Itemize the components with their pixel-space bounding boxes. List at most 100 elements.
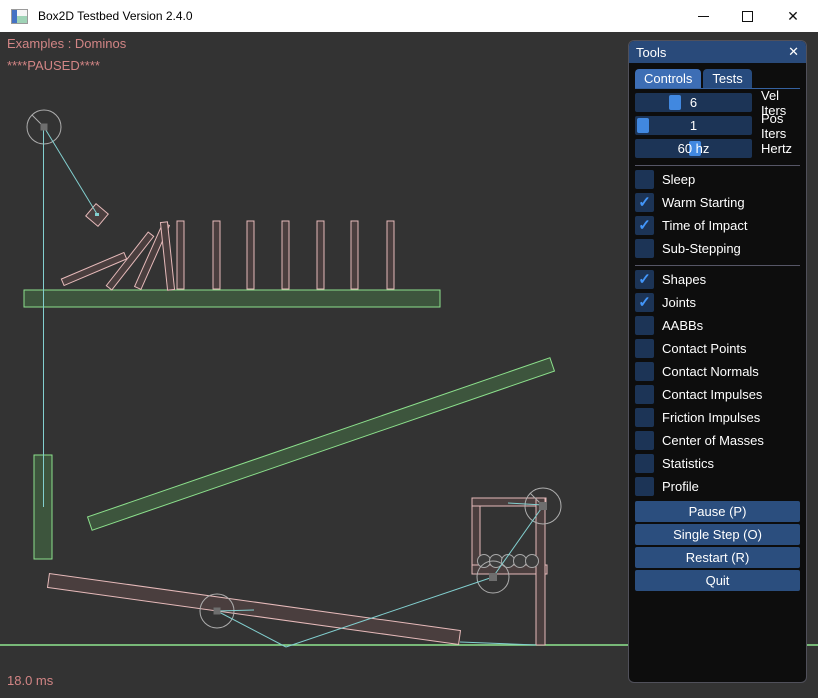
tab-controls[interactable]: Controls bbox=[635, 69, 701, 88]
app-icon bbox=[11, 9, 28, 24]
joint-line-rope bbox=[44, 127, 97, 214]
check-icon: ✓ bbox=[638, 293, 651, 312]
app-window: Box2D Testbed Version 2.4.0 ✕ bbox=[0, 0, 818, 698]
statistics-label: Statistics bbox=[662, 456, 714, 471]
ball-1[interactable] bbox=[478, 555, 491, 568]
contact-points-checkbox[interactable] bbox=[635, 339, 654, 358]
simulation-canvas[interactable]: Examples : Dominos ****PAUSED**** 18.0 m… bbox=[0, 32, 818, 698]
shapes-label: Shapes bbox=[662, 272, 706, 287]
anchor-square-seesaw bbox=[214, 608, 221, 615]
aabbs-label: AABBs bbox=[662, 318, 703, 333]
anchor-dot-box bbox=[95, 213, 99, 216]
checkbox-row-contact-normals: Contact Normals bbox=[635, 362, 800, 381]
ball-5[interactable] bbox=[526, 555, 539, 568]
hertz-label: Hertz bbox=[761, 141, 792, 156]
separator bbox=[635, 165, 800, 166]
sleep-checkbox[interactable] bbox=[635, 170, 654, 189]
close-button[interactable]: ✕ bbox=[776, 0, 810, 32]
pos-iters-slider[interactable]: 1 bbox=[635, 116, 752, 135]
hertz-slider[interactable]: 60 hz bbox=[635, 139, 752, 158]
check-icon: ✓ bbox=[638, 193, 651, 212]
domino-standing-3[interactable] bbox=[247, 221, 254, 289]
checkbox-row-joints: ✓ Joints bbox=[635, 293, 800, 312]
vel-iters-slider-grab[interactable] bbox=[669, 95, 681, 110]
contact-points-label: Contact Points bbox=[662, 341, 747, 356]
checkbox-row-contact-points: Contact Points bbox=[635, 339, 800, 358]
single-step-button[interactable]: Single Step (O) bbox=[635, 524, 800, 545]
tab-tests[interactable]: Tests bbox=[703, 69, 751, 88]
maximize-button[interactable] bbox=[730, 0, 764, 32]
pause-button[interactable]: Pause (P) bbox=[635, 501, 800, 522]
time-of-impact-checkbox[interactable]: ✓ bbox=[635, 216, 654, 235]
domino-standing-1[interactable] bbox=[177, 221, 184, 289]
pos-iters-value: 1 bbox=[690, 118, 697, 133]
pos-iters-label: Pos Iters bbox=[761, 111, 800, 141]
sleep-label: Sleep bbox=[662, 172, 695, 187]
domino-standing-5[interactable] bbox=[317, 221, 324, 289]
friction-impulses-checkbox[interactable] bbox=[635, 408, 654, 427]
profile-checkbox[interactable] bbox=[635, 477, 654, 496]
checkbox-row-time-of-impact: ✓ Time of Impact bbox=[635, 216, 800, 235]
restart-button[interactable]: Restart (R) bbox=[635, 547, 800, 568]
sub-stepping-label: Sub-Stepping bbox=[662, 241, 741, 256]
window-titlebar[interactable]: Box2D Testbed Version 2.4.0 ✕ bbox=[0, 0, 818, 32]
contact-impulses-checkbox[interactable] bbox=[635, 385, 654, 404]
joints-checkbox[interactable]: ✓ bbox=[635, 293, 654, 312]
domino-leaning[interactable] bbox=[160, 222, 174, 290]
checkbox-row-friction-impulses: Friction Impulses bbox=[635, 408, 800, 427]
checkbox-row-contact-impulses: Contact Impulses bbox=[635, 385, 800, 404]
tools-panel: Tools ✕ Controls Tests 6 Vel Iters bbox=[628, 40, 807, 683]
checkbox-row-sub-stepping: Sub-Stepping bbox=[635, 239, 800, 258]
vel-iters-slider[interactable]: 6 bbox=[635, 93, 752, 112]
domino-standing-2[interactable] bbox=[213, 221, 220, 289]
vel-iters-row: 6 Vel Iters bbox=[635, 93, 800, 112]
frame-time-label: 18.0 ms bbox=[7, 673, 53, 688]
checkbox-row-shapes: ✓ Shapes bbox=[635, 270, 800, 289]
check-icon: ✓ bbox=[638, 216, 651, 235]
tab-bar: Controls Tests bbox=[635, 69, 800, 89]
minimize-button[interactable] bbox=[686, 0, 720, 32]
pos-iters-slider-grab[interactable] bbox=[637, 118, 649, 133]
ball-4[interactable] bbox=[514, 555, 527, 568]
joints-label: Joints bbox=[662, 295, 696, 310]
warm-starting-checkbox[interactable]: ✓ bbox=[635, 193, 654, 212]
checkbox-row-sleep: Sleep bbox=[635, 170, 800, 189]
aabbs-checkbox[interactable] bbox=[635, 316, 654, 335]
pos-iters-row: 1 Pos Iters bbox=[635, 116, 800, 135]
anchor-square-frame-lower bbox=[489, 573, 497, 581]
check-icon: ✓ bbox=[638, 270, 651, 289]
domino-standing-4[interactable] bbox=[282, 221, 289, 289]
contact-normals-checkbox[interactable] bbox=[635, 362, 654, 381]
frame-right-post[interactable] bbox=[536, 498, 545, 645]
close-icon: ✕ bbox=[787, 8, 799, 25]
window-title: Box2D Testbed Version 2.4.0 bbox=[38, 9, 193, 23]
quit-button[interactable]: Quit bbox=[635, 570, 800, 591]
tools-panel-titlebar[interactable]: Tools ✕ bbox=[629, 41, 806, 63]
statistics-checkbox[interactable] bbox=[635, 454, 654, 473]
friction-impulses-label: Friction Impulses bbox=[662, 410, 760, 425]
hertz-value: 60 hz bbox=[678, 141, 710, 156]
maximize-icon bbox=[742, 11, 753, 22]
minimize-icon bbox=[698, 16, 709, 17]
contact-impulses-label: Contact Impulses bbox=[662, 387, 762, 402]
checkbox-row-aabbs: AABBs bbox=[635, 316, 800, 335]
checkbox-row-center-of-masses: Center of Masses bbox=[635, 431, 800, 450]
separator bbox=[635, 265, 800, 266]
checkbox-row-profile: Profile bbox=[635, 477, 800, 496]
hertz-row: 60 hz Hertz bbox=[635, 139, 800, 158]
tools-panel-title: Tools bbox=[636, 45, 666, 60]
sub-stepping-checkbox[interactable] bbox=[635, 239, 654, 258]
domino-platform bbox=[24, 290, 440, 307]
domino-standing-6[interactable] bbox=[351, 221, 358, 289]
shapes-checkbox[interactable]: ✓ bbox=[635, 270, 654, 289]
vel-iters-value: 6 bbox=[690, 95, 697, 110]
anchor-square-pulley bbox=[41, 124, 48, 131]
warm-starting-label: Warm Starting bbox=[662, 195, 745, 210]
center-of-masses-label: Center of Masses bbox=[662, 433, 764, 448]
checkbox-row-statistics: Statistics bbox=[635, 454, 800, 473]
center-of-masses-checkbox[interactable] bbox=[635, 431, 654, 450]
paused-label: ****PAUSED**** bbox=[7, 58, 100, 73]
tools-close-icon[interactable]: ✕ bbox=[788, 44, 799, 60]
domino-standing-7[interactable] bbox=[387, 221, 394, 289]
time-of-impact-label: Time of Impact bbox=[662, 218, 747, 233]
